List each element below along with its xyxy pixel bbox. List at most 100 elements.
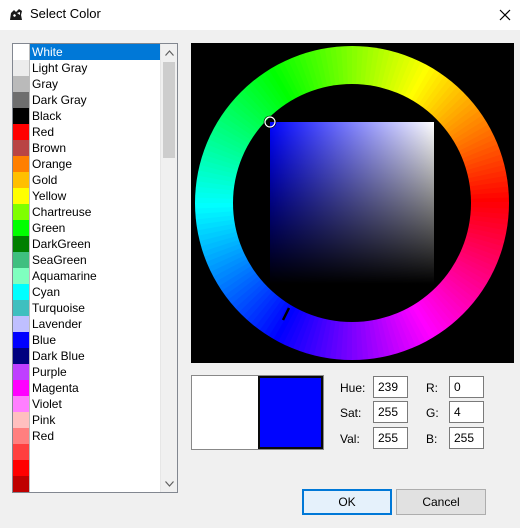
val-label: Val: (340, 432, 360, 446)
rhino-icon (8, 7, 24, 23)
list-item[interactable] (13, 444, 160, 460)
list-item-label: Black (32, 109, 62, 123)
color-swatch (13, 236, 30, 252)
chevron-up-icon (165, 49, 174, 56)
list-item-label: Pink (32, 413, 56, 427)
list-item[interactable]: Magenta (13, 380, 160, 396)
color-swatch (13, 108, 30, 124)
list-item[interactable]: Gray (13, 76, 160, 92)
list-item[interactable]: Blue (13, 332, 160, 348)
color-swatch (13, 316, 30, 332)
list-item[interactable] (13, 460, 160, 476)
new-color-swatch (258, 376, 323, 449)
color-list[interactable]: White Light Gray Gray Dark Gray Black Red Brow… (12, 43, 178, 493)
list-item[interactable]: Dark Gray (13, 92, 160, 108)
list-item[interactable]: Green (13, 220, 160, 236)
cancel-button[interactable]: Cancel (396, 489, 486, 515)
color-preview (191, 375, 324, 450)
list-item-label: Aquamarine (32, 269, 97, 283)
color-wheel-panel[interactable] (191, 43, 514, 363)
color-swatch (13, 60, 30, 76)
list-item[interactable]: Yellow (13, 188, 160, 204)
list-item-label: Yellow (32, 189, 67, 203)
color-swatch (13, 252, 30, 268)
color-swatch (13, 124, 30, 140)
list-item[interactable]: White (13, 44, 160, 60)
b-input[interactable] (449, 427, 484, 449)
list-item[interactable]: Aquamarine (13, 268, 160, 284)
color-swatch (13, 348, 30, 364)
color-swatch (13, 460, 30, 476)
list-item[interactable]: Black (13, 108, 160, 124)
color-swatch (13, 332, 30, 348)
color-list-items: White Light Gray Gray Dark Gray Black Red Brow… (13, 44, 160, 492)
color-swatch (13, 268, 30, 284)
b-label: B: (426, 432, 438, 446)
list-item[interactable]: Gold (13, 172, 160, 188)
list-item-label: Gray (32, 77, 59, 91)
ok-button[interactable]: OK (302, 489, 392, 515)
list-item[interactable]: Dark Blue (13, 348, 160, 364)
list-item[interactable]: Pink (13, 412, 160, 428)
sat-label: Sat: (340, 406, 362, 420)
chevron-down-icon (165, 480, 174, 487)
list-item-label: Lavender (32, 317, 83, 331)
scroll-down-button[interactable] (161, 475, 177, 492)
list-scrollbar[interactable] (160, 44, 177, 492)
color-swatch (13, 444, 30, 460)
list-item-label: Red (32, 429, 55, 443)
list-item-label: Turquoise (32, 301, 85, 315)
color-swatch (13, 92, 30, 108)
close-icon (499, 9, 511, 21)
color-swatch (13, 380, 30, 396)
color-swatch (13, 220, 30, 236)
list-item[interactable]: Violet (13, 396, 160, 412)
list-item-label: Red (32, 125, 55, 139)
close-button[interactable] (490, 0, 520, 30)
list-item[interactable]: Brown (13, 140, 160, 156)
list-item-label: Violet (32, 397, 62, 411)
list-item[interactable]: Chartreuse (13, 204, 160, 220)
scroll-up-button[interactable] (161, 44, 177, 61)
list-item[interactable]: SeaGreen (13, 252, 160, 268)
color-swatch (13, 188, 30, 204)
list-item[interactable]: Red (13, 124, 160, 140)
list-item[interactable]: Lavender (13, 316, 160, 332)
list-item-label: SeaGreen (32, 253, 87, 267)
list-item-label: Green (32, 221, 66, 235)
g-label: G: (426, 406, 439, 420)
color-swatch (13, 156, 30, 172)
list-item[interactable] (13, 476, 160, 492)
r-input[interactable] (449, 376, 484, 398)
list-item[interactable]: Light Gray (13, 60, 160, 76)
old-color-swatch (192, 376, 258, 449)
scroll-thumb[interactable] (163, 62, 175, 158)
val-input[interactable] (373, 427, 408, 449)
list-item-label: Chartreuse (32, 205, 92, 219)
hue-input[interactable] (373, 376, 408, 398)
g-input[interactable] (449, 401, 484, 423)
color-swatch (13, 428, 30, 444)
list-item-label: DarkGreen (32, 237, 91, 251)
color-swatch (13, 44, 30, 60)
list-item[interactable]: Turquoise (13, 300, 160, 316)
color-swatch (13, 204, 30, 220)
color-wheel[interactable] (191, 43, 514, 363)
title-bar: Select Color (0, 0, 520, 30)
color-swatch (13, 140, 30, 156)
list-item-label: White (30, 44, 160, 60)
color-swatch (13, 284, 30, 300)
list-item[interactable]: Red (13, 428, 160, 444)
list-item-label: Gold (32, 173, 58, 187)
list-item[interactable]: Cyan (13, 284, 160, 300)
list-item[interactable]: Purple (13, 364, 160, 380)
list-item-label: Blue (32, 333, 57, 347)
list-item-label: Dark Gray (32, 93, 87, 107)
color-swatch (13, 396, 30, 412)
list-item[interactable]: Orange (13, 156, 160, 172)
list-item-label: Magenta (32, 381, 79, 395)
sat-input[interactable] (373, 401, 408, 423)
color-swatch (13, 300, 30, 316)
list-item[interactable]: DarkGreen (13, 236, 160, 252)
color-swatch (13, 412, 30, 428)
